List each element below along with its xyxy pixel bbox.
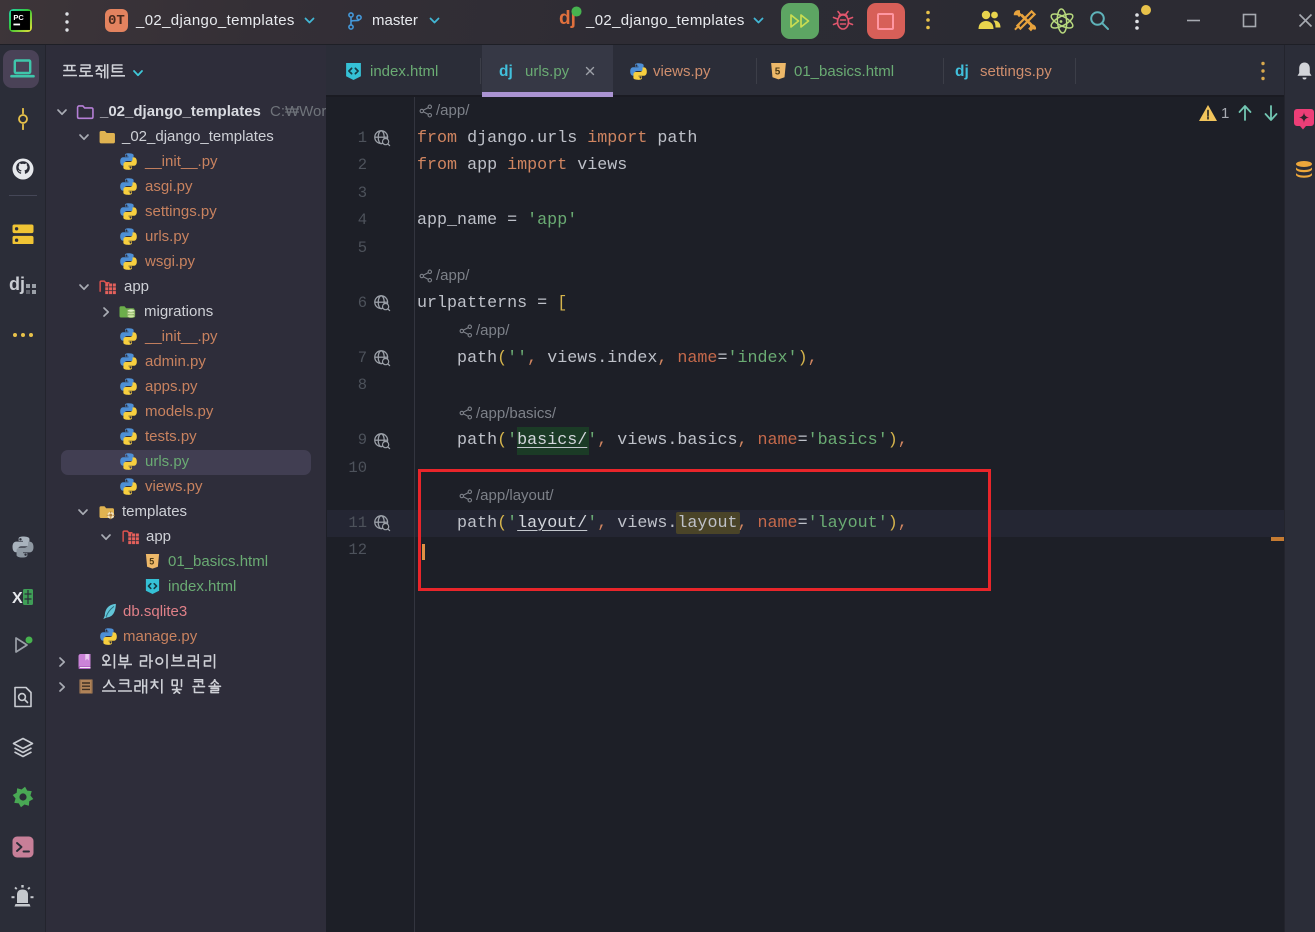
svg-text:PC: PC: [13, 13, 24, 22]
svg-text:X: X: [12, 590, 23, 607]
